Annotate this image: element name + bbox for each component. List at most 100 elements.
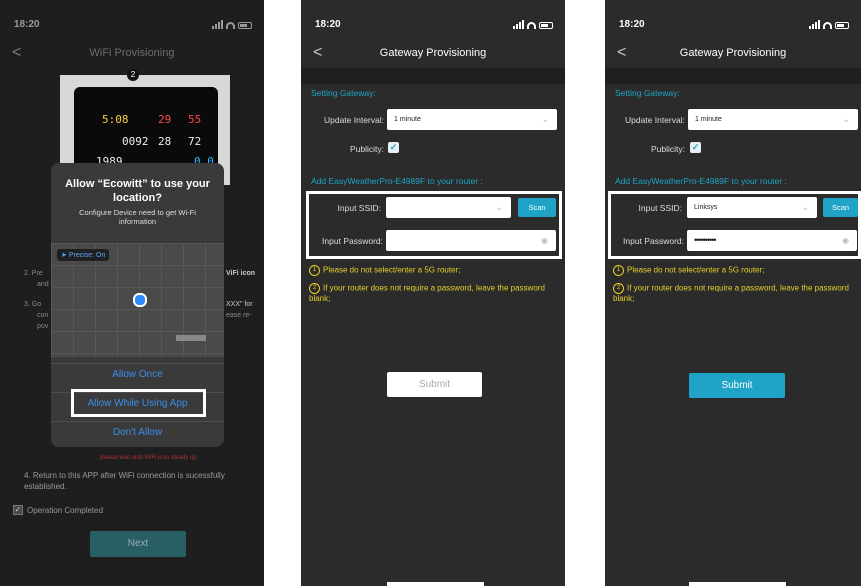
dialog-title: Allow “Ecowitt” to use your location? — [65, 178, 210, 204]
publicity-label: Publicity: — [349, 144, 384, 154]
bg-step3-right: XXX" for — [226, 301, 253, 308]
lcd-time: 5:08 — [102, 113, 129, 126]
wifi-icon — [527, 22, 536, 29]
ssid-label: Input SSID: — [337, 203, 381, 213]
ssid-value: Linksys — [694, 204, 718, 211]
red-note: please wait until WiFi icon steady up — [100, 455, 197, 461]
signal-icon — [809, 20, 820, 29]
eye-icon[interactable]: ◉ — [842, 230, 849, 251]
update-interval-select[interactable]: 1 minute ⌄ — [688, 109, 858, 130]
submit-button[interactable]: Submit — [387, 372, 482, 397]
note-5g: 1 Please do not select/enter a 5G router; — [309, 265, 460, 276]
dont-allow-button[interactable]: Don't Allow — [51, 421, 224, 444]
operation-completed-row[interactable]: ✓ Operation Completed — [13, 505, 103, 515]
status-time: 18:20 — [619, 19, 645, 30]
page-title: WiFi Provisioning — [89, 47, 175, 59]
password-input[interactable]: •••••••••• ◉ — [687, 230, 857, 251]
bg-step3-left: 3. Go — [24, 301, 42, 308]
page-title: Gateway Provisioning — [379, 47, 487, 59]
device-display: 5:08 29 55 0092 28 72 1989 0.0 — [74, 87, 218, 175]
note-password-text: If your router does not require a passwo… — [613, 283, 849, 303]
add-router-heading: Add EasyWeatherPro-E4989F to your router… — [615, 176, 787, 186]
signal-icon — [513, 20, 524, 29]
bg-step2-left-b: and — [37, 281, 49, 288]
status-bar: 18:20 — [605, 0, 861, 40]
password-value: •••••••••• — [694, 235, 716, 245]
page-title: Gateway Provisioning — [679, 47, 787, 59]
setting-gateway-heading: Setting Gateway: — [615, 88, 680, 98]
bg-step3-left-c: pov — [37, 323, 49, 330]
bg-step2-left: 2. Pre — [24, 270, 43, 277]
bg-step2-right: ViFi icon — [226, 270, 256, 277]
wifi-icon — [226, 22, 235, 29]
step4-text: 4. Return to this APP after WiFi connect… — [24, 471, 225, 491]
note-password: 2 If your router does not require a passw… — [309, 283, 554, 304]
status-icons — [513, 20, 553, 29]
add-router-heading: Add EasyWeatherPro-E4989F to your router… — [311, 176, 483, 186]
checkbox-icon[interactable]: ✓ — [13, 505, 23, 515]
update-interval-select[interactable]: 1 minute ⌄ — [387, 109, 557, 130]
next-button[interactable]: Next — [90, 531, 186, 557]
divider — [605, 68, 861, 84]
chevron-down-icon: ⌄ — [842, 114, 850, 124]
location-map: ➤ Precise: On — [51, 243, 224, 357]
ssid-select[interactable]: Linksys ⌄ — [687, 197, 817, 218]
battery-icon — [238, 22, 252, 29]
password-label: Input Password: — [322, 236, 383, 246]
status-time: 18:20 — [315, 19, 341, 30]
nav-bar: < Gateway Provisioning — [605, 40, 861, 68]
gateway-provisioning-filled-screen: 18:20 < Gateway Provisioning Setting Gat… — [605, 0, 861, 586]
publicity-checkbox[interactable]: ✓ — [388, 142, 399, 153]
scan-button[interactable]: Scan — [518, 198, 556, 217]
note-number-2: 2 — [309, 283, 320, 294]
publicity-label: Publicity: — [650, 144, 685, 154]
note-number-1: 1 — [613, 265, 624, 276]
gateway-provisioning-empty-screen: 18:20 < Gateway Provisioning Setting Gat… — [301, 0, 565, 586]
update-interval-value: 1 minute — [695, 116, 722, 123]
password-label: Input Password: — [623, 236, 684, 246]
password-input[interactable]: ◉ — [386, 230, 556, 251]
location-arrow-icon: ➤ — [61, 252, 67, 259]
setting-gateway-heading: Setting Gateway: — [311, 88, 376, 98]
note-password-text: If your router does not require a passwo… — [309, 283, 545, 303]
precise-toggle[interactable]: ➤ Precise: On — [57, 249, 110, 261]
eye-icon[interactable]: ◉ — [541, 230, 548, 251]
bg-step3-right-b: ease re- — [226, 312, 252, 319]
current-location-dot — [133, 293, 147, 307]
chevron-down-icon: ⌄ — [541, 114, 549, 124]
update-interval-label: Update Interval: — [323, 115, 384, 125]
submit-button[interactable]: Submit — [689, 373, 785, 398]
bottom-edge — [689, 582, 786, 586]
lcd-hum: 55 — [188, 113, 202, 126]
publicity-checkbox[interactable]: ✓ — [690, 142, 701, 153]
dialog-subtitle: Configure Device need to get Wi-Fi infor… — [79, 208, 196, 226]
update-interval-value: 1 minute — [394, 116, 421, 123]
note-number-2: 2 — [613, 283, 624, 294]
status-time: 18:20 — [14, 19, 40, 30]
status-bar: 18:20 — [0, 0, 264, 40]
allow-once-button[interactable]: Allow Once — [51, 363, 224, 386]
status-icons — [212, 20, 252, 29]
note-5g-text: Please do not select/enter a 5G router; — [323, 265, 461, 275]
highlight-frame — [71, 389, 206, 417]
wifi-provisioning-screen: 18:20 < WiFi Provisioning 5:08 29 55 009… — [0, 0, 264, 586]
lcd-pressure: 0092 — [122, 135, 149, 148]
note-5g: 1 Please do not select/enter a 5G router; — [613, 265, 764, 276]
lcd-in-hum: 72 — [188, 135, 202, 148]
update-interval-label: Update Interval: — [624, 115, 685, 125]
ssid-label: Input SSID: — [638, 203, 682, 213]
device-marker-badge: 2 — [127, 69, 139, 81]
note-5g-text: Please do not select/enter a 5G router; — [627, 265, 765, 275]
status-icons — [809, 20, 849, 29]
nav-bar: < WiFi Provisioning — [0, 40, 264, 68]
precise-label: Precise: On — [68, 252, 106, 259]
ssid-select[interactable]: ⌄ — [386, 197, 511, 218]
operation-completed-label: Operation Completed — [27, 505, 104, 515]
bg-step3-left-b: con — [37, 312, 49, 319]
lcd-in-temp: 28 — [158, 135, 172, 148]
map-label — [176, 335, 206, 341]
chevron-down-icon: ⌄ — [495, 202, 503, 212]
chevron-down-icon: ⌄ — [801, 202, 809, 212]
scan-button[interactable]: Scan — [823, 198, 858, 217]
divider — [301, 68, 565, 84]
